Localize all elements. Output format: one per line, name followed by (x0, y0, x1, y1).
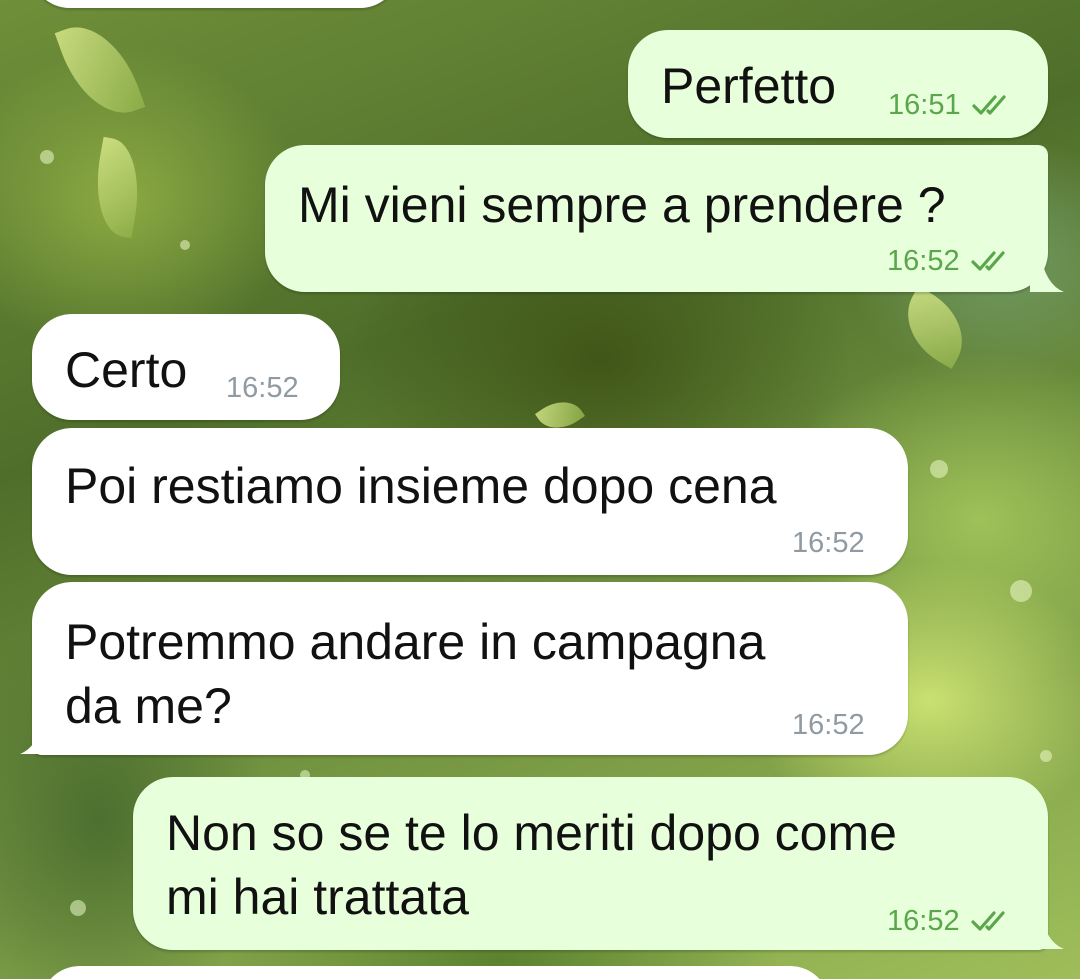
bubble-tail (20, 712, 54, 754)
message-bubble-incoming[interactable]: Poi restiamo insieme dopo cena 16:52 (32, 428, 908, 575)
wallpaper-bokeh (1010, 580, 1032, 602)
wallpaper-bokeh (70, 900, 86, 916)
message-bubble-outgoing[interactable]: Non so se te lo meriti dopo come mi hai … (133, 777, 1048, 950)
partial-message-bubble[interactable] (30, 0, 400, 8)
double-check-icon (971, 95, 1006, 115)
double-check-icon (970, 911, 1005, 931)
wallpaper-leaf (87, 136, 148, 239)
message-text: Certo (65, 342, 188, 398)
message-meta: 16:52 (792, 708, 865, 742)
double-check-icon (970, 251, 1005, 271)
wallpaper-bokeh (40, 150, 54, 164)
wallpaper-bokeh (180, 240, 190, 250)
message-meta: 16:52 (792, 526, 865, 560)
message-meta: 16:52 (226, 371, 299, 405)
bubble-tail (1030, 907, 1064, 949)
message-text: Poi restiamo insieme dopo cena (65, 458, 777, 514)
wallpaper-leaf (890, 286, 980, 369)
message-time: 16:52 (792, 527, 865, 559)
message-bubble-outgoing[interactable]: Perfetto 16:51 (628, 30, 1048, 138)
message-time: 16:52 (792, 709, 865, 741)
message-bubble-outgoing[interactable]: Mi vieni sempre a prendere ? 16:52 (265, 145, 1048, 292)
message-text: Non so se te lo meriti dopo come mi hai … (166, 805, 897, 925)
message-text: Perfetto (661, 58, 837, 114)
message-text: Mi vieni sempre a prendere ? (298, 177, 946, 233)
message-text: Potremmo andare in campagna da me? (65, 614, 766, 734)
message-bubble-incoming[interactable]: Certo 16:52 (32, 314, 340, 420)
message-meta: 16:52 (887, 244, 1016, 278)
message-time: 16:52 (887, 245, 960, 277)
wallpaper-bokeh (1040, 750, 1052, 762)
message-meta: 16:52 (887, 904, 1016, 938)
message-bubble-incoming[interactable]: Potremmo andare in campagna da me? 16:52 (32, 582, 908, 755)
wallpaper-bokeh (930, 460, 948, 478)
message-time: 16:51 (888, 89, 961, 121)
message-time: 16:52 (226, 372, 299, 404)
message-meta: 16:51 (888, 88, 1017, 122)
bubble-tail (1030, 250, 1064, 292)
wallpaper-leaf (54, 12, 146, 128)
message-time: 16:52 (887, 905, 960, 937)
partial-message-bubble[interactable] (40, 966, 830, 979)
